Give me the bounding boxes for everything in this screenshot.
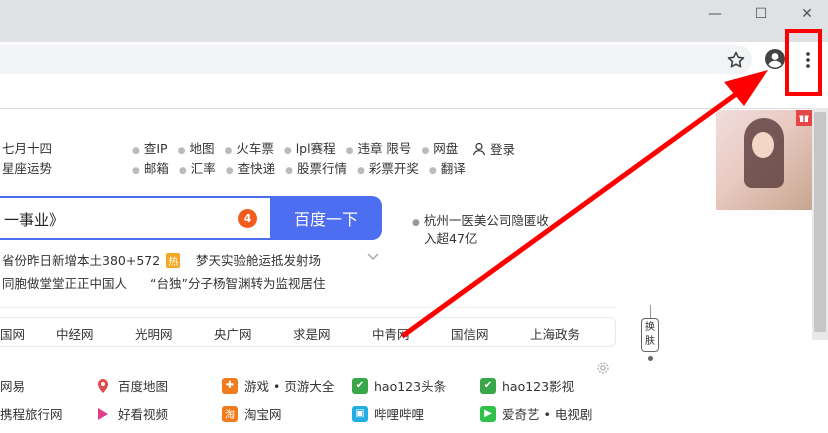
annotation-arrow — [401, 70, 768, 338]
highlight-box — [785, 29, 822, 96]
